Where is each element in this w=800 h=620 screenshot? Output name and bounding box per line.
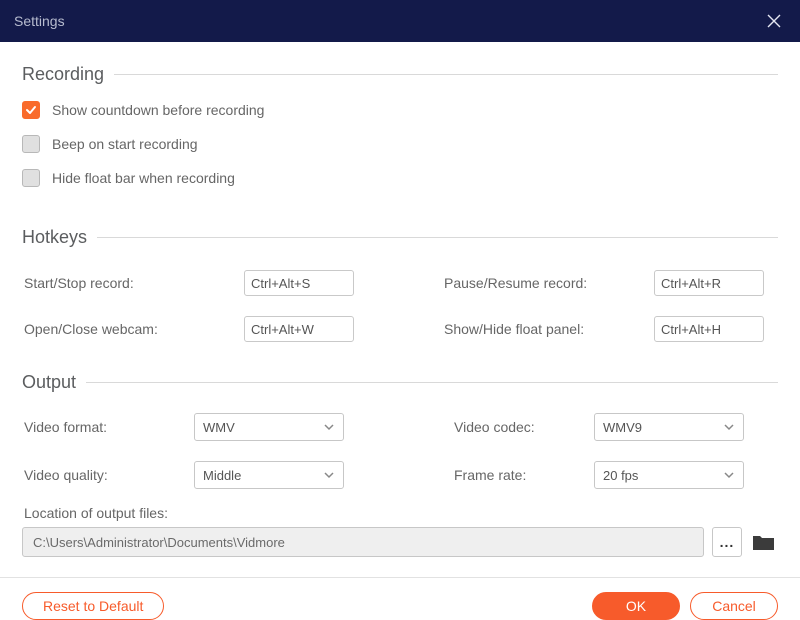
chevron-down-icon (323, 469, 335, 481)
titlebar: Settings (0, 0, 800, 42)
section-hotkeys: Hotkeys (22, 227, 778, 248)
label-video-format: Video format: (24, 419, 194, 435)
section-divider (114, 74, 778, 75)
select-value: Middle (203, 468, 241, 483)
section-label-output: Output (22, 372, 76, 393)
hotkey-label-float-panel: Show/Hide float panel: (444, 321, 654, 337)
chevron-down-icon (323, 421, 335, 433)
window-title: Settings (14, 13, 65, 29)
open-folder-button[interactable] (750, 528, 778, 556)
input-output-path[interactable] (22, 527, 704, 557)
hotkey-label-start-stop: Start/Stop record: (24, 275, 244, 291)
checkbox-label: Beep on start recording (52, 136, 198, 152)
hotkey-label-pause-resume: Pause/Resume record: (444, 275, 654, 291)
close-icon (767, 14, 781, 28)
cancel-button[interactable]: Cancel (690, 592, 778, 620)
section-divider (97, 237, 778, 238)
folder-icon (752, 532, 776, 552)
select-frame-rate[interactable]: 20 fps (594, 461, 744, 489)
checkbox-label: Show countdown before recording (52, 102, 264, 118)
ok-button[interactable]: OK (592, 592, 680, 620)
chevron-down-icon (723, 469, 735, 481)
select-value: 20 fps (603, 468, 638, 483)
section-label-hotkeys: Hotkeys (22, 227, 87, 248)
section-label-recording: Recording (22, 64, 104, 85)
select-value: WMV (203, 420, 235, 435)
hotkey-label-webcam: Open/Close webcam: (24, 321, 244, 337)
checkmark-icon (25, 104, 37, 116)
close-button[interactable] (762, 9, 786, 33)
checkbox-row-hide-float: Hide float bar when recording (22, 161, 778, 195)
chevron-down-icon (723, 421, 735, 433)
footer: Reset to Default OK Cancel (0, 578, 800, 620)
hotkey-input-webcam[interactable] (244, 316, 354, 342)
checkbox-hide-float[interactable] (22, 169, 40, 187)
select-video-format[interactable]: WMV (194, 413, 344, 441)
browse-button[interactable]: ... (712, 527, 742, 557)
hotkey-input-pause-resume[interactable] (654, 270, 764, 296)
select-video-codec[interactable]: WMV9 (594, 413, 744, 441)
label-video-quality: Video quality: (24, 467, 194, 483)
checkbox-row-countdown: Show countdown before recording (22, 93, 778, 127)
checkbox-beep[interactable] (22, 135, 40, 153)
hotkey-input-start-stop[interactable] (244, 270, 354, 296)
label-output-location: Location of output files: (22, 497, 778, 527)
section-divider (86, 382, 778, 383)
reset-button[interactable]: Reset to Default (22, 592, 164, 620)
checkbox-show-countdown[interactable] (22, 101, 40, 119)
checkbox-row-beep: Beep on start recording (22, 127, 778, 161)
checkbox-label: Hide float bar when recording (52, 170, 235, 186)
hotkey-input-float-panel[interactable] (654, 316, 764, 342)
section-recording: Recording (22, 64, 778, 85)
select-value: WMV9 (603, 420, 642, 435)
section-output: Output (22, 372, 778, 393)
label-frame-rate: Frame rate: (454, 467, 594, 483)
select-video-quality[interactable]: Middle (194, 461, 344, 489)
label-video-codec: Video codec: (454, 419, 594, 435)
